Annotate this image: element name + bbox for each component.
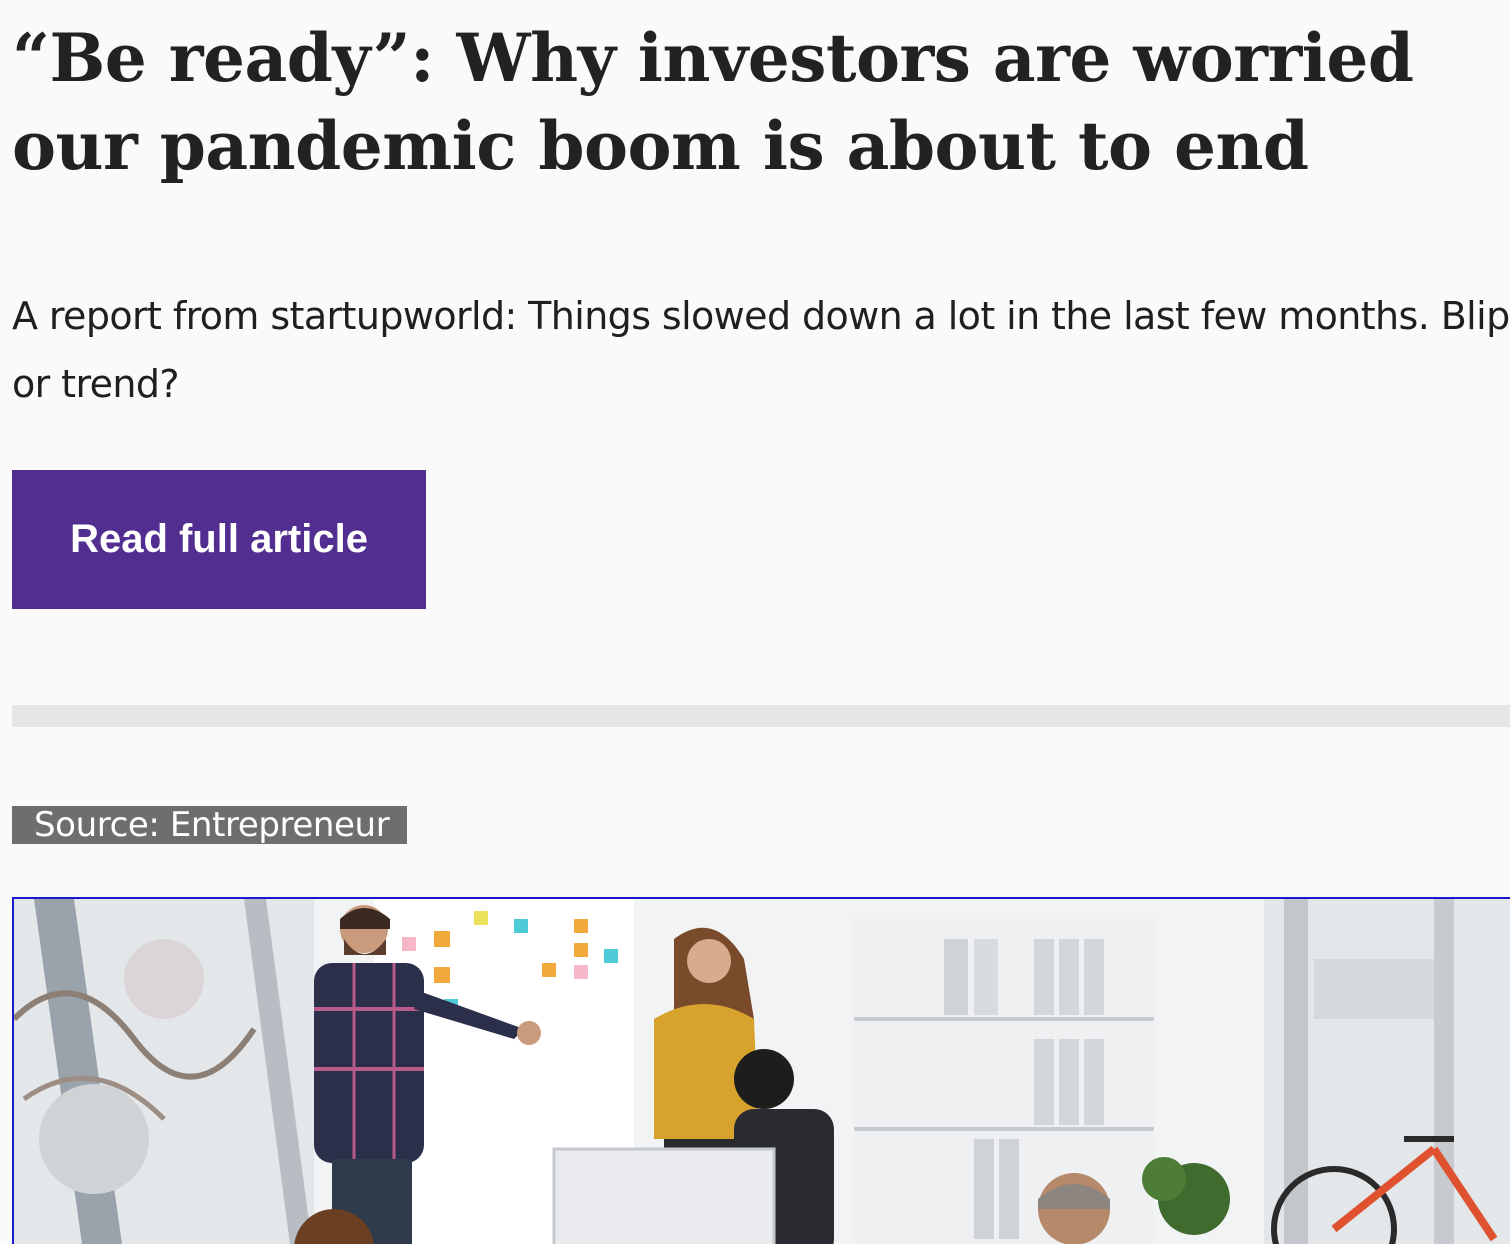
article-summary: A report from startupworld: Things slowe… — [12, 294, 1510, 406]
article-card: “Be ready”: Why investors are worried ou… — [0, 0, 1510, 1244]
article-title[interactable]: “Be ready”: Why investors are worried ou… — [12, 14, 1482, 190]
read-full-article-label: Read full article — [70, 517, 368, 561]
read-full-article-button[interactable]: Read full article — [12, 470, 426, 609]
divider — [12, 705, 1510, 727]
article-image[interactable] — [12, 897, 1510, 1244]
office-photo-icon — [14, 899, 1510, 1244]
source-badge: Source: Entrepreneur — [12, 806, 408, 844]
